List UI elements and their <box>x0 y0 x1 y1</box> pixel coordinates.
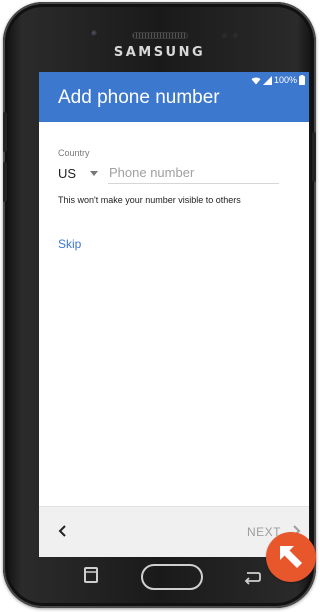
wifi-icon <box>251 76 261 85</box>
phone-number-input[interactable] <box>108 162 279 184</box>
battery-icon <box>299 75 305 85</box>
proximity-sensor <box>222 33 227 38</box>
battery-percent: 100% <box>273 75 297 85</box>
brand-logo: SAMSUNG <box>113 45 206 60</box>
dropdown-arrow-icon <box>90 170 99 176</box>
back-arrow-icon[interactable] <box>241 565 263 587</box>
recents-icon[interactable] <box>79 563 103 587</box>
phone-device: SAMSUNG 100% Add phone number Country US… <box>3 2 316 608</box>
power-key <box>312 132 316 182</box>
cursor-overlay <box>266 532 316 582</box>
country-value: US <box>58 165 77 181</box>
chevron-left-icon[interactable] <box>51 519 75 543</box>
app-bar: 100% Add phone number <box>39 72 309 122</box>
country-label: Country <box>58 148 90 158</box>
page-title: Add phone number <box>58 87 220 108</box>
screenshot: SAMSUNG 100% Add phone number Country US… <box>0 0 320 612</box>
earpiece-speaker <box>133 33 187 38</box>
device-screen: 100% Add phone number Country US Phone n… <box>39 72 309 557</box>
cell-signal-icon <box>262 75 272 85</box>
light-sensor <box>233 33 238 38</box>
status-bar: 100% <box>251 74 305 86</box>
front-camera <box>91 30 98 37</box>
country-dropdown[interactable]: US <box>58 164 106 182</box>
skip-link[interactable]: Skip <box>58 237 81 251</box>
volume-down-key <box>3 162 7 202</box>
up-left-arrow-icon <box>280 546 302 568</box>
home-button[interactable] <box>141 564 203 590</box>
volume-up-key <box>3 112 7 152</box>
privacy-note: This won't make your number visible to o… <box>58 195 241 205</box>
